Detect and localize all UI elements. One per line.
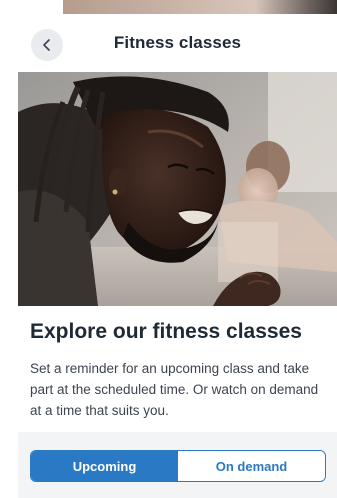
tab-on-demand[interactable]: On demand [178, 451, 325, 481]
intro-section: Explore our fitness classes Set a remind… [18, 306, 337, 432]
fitness-classes-card: Fitness classes Explore our fitness clas… [18, 14, 337, 498]
section-title: Explore our fitness classes [30, 320, 302, 343]
hero-image [18, 72, 337, 306]
section-description: Set a reminder for an upcoming class and… [30, 361, 319, 418]
tab-upcoming[interactable]: Upcoming [31, 451, 178, 481]
header-bar: Fitness classes [18, 14, 337, 72]
page-title: Fitness classes [113, 33, 242, 52]
class-type-tabs: Upcoming On demand [30, 450, 326, 482]
fitness-classes-screen: Fitness classes Explore our fitness clas… [0, 0, 337, 498]
